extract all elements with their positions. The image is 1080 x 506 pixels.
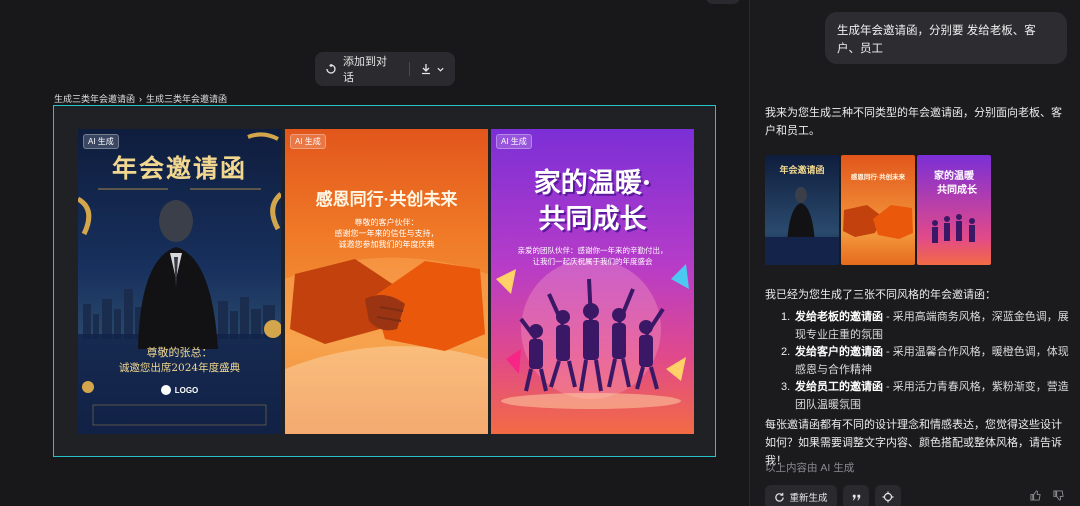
poster-staff[interactable]: AI 生成 家的温暖· 共同成长 亲爱的团队伙伴：感谢你一年来的辛勤付出， 让我… <box>491 129 694 434</box>
canvas-area: 添加到对话 生成三类年会邀请函 › 生成三类年会邀请函 AI 生成 年会邀请函 … <box>0 0 749 506</box>
poster-boss-greeting: 尊敬的张总： <box>146 346 213 359</box>
locate-button[interactable] <box>875 485 901 506</box>
poster-client-title: 感恩同行·共创未来 <box>315 190 458 209</box>
poster-staff-body-2: 让我们一起庆祝属于我们的年度盛会 <box>532 257 653 266</box>
list-item: 2. 发给客户的邀请函 - 采用温馨合作风格，暖橙色调，体现感恩与合作精神 <box>781 344 1069 379</box>
poster-boss[interactable]: AI 生成 年会邀请函 尊敬的张总： 诚邀您出席2024年度盛典 LOGO <box>78 129 281 434</box>
ai-generated-tag: AI 生成 <box>290 134 326 149</box>
selected-image-frame[interactable]: AI 生成 年会邀请函 尊敬的张总： 诚邀您出席2024年度盛典 LOGO AI… <box>53 105 716 457</box>
poster-client-body-2: 诚邀您参加我们的年度庆典 <box>338 240 435 249</box>
chevron-down-icon <box>436 65 445 74</box>
ai-generated-note: 以上内容由 AI 生成 <box>765 462 855 474</box>
thumbnail-client[interactable]: 感恩同行·共创未来 <box>841 155 915 265</box>
svg-text:共同成长: 共同成长 <box>937 183 978 196</box>
ai-generated-tag: AI 生成 <box>496 134 532 149</box>
top-handle[interactable] <box>706 0 740 4</box>
crosshair-icon <box>882 491 894 503</box>
download-icon <box>420 63 432 75</box>
poster-staff-title-1: 家的温暖· <box>533 168 652 199</box>
thumbnail-client-art: 感恩同行·共创未来 <box>843 172 913 239</box>
thumbs-down-icon[interactable] <box>1053 490 1064 501</box>
poster-client-greeting: 尊敬的客户伙伴： <box>354 218 419 227</box>
feedback-buttons <box>1030 490 1064 501</box>
poster-client-art <box>285 257 488 434</box>
thumbnail-staff-art: 家的温暖 共同成长 <box>932 169 978 243</box>
ai-generated-tag: AI 生成 <box>83 134 119 149</box>
quote-button[interactable] <box>843 485 869 506</box>
svg-text:家的温暖: 家的温暖 <box>934 169 975 182</box>
breadcrumb-current: 生成三类年会邀请函 <box>146 94 228 104</box>
poster-staff-body-1: 亲爱的团队伙伴：感谢你一年来的辛勤付出， <box>517 246 668 255</box>
list-item: 1. 发给老板的邀请函 - 采用高端商务风格，深蓝金色调，展现专业庄重的氛围 <box>781 309 1069 344</box>
toolbar-divider <box>409 62 410 76</box>
chat-panel: 生成年会邀请函，分别要 发给老板、客户、员工 我来为您生成三种不同类型的年会邀请… <box>750 0 1080 506</box>
svg-text:感恩同行·共创未来: 感恩同行·共创未来 <box>851 172 906 181</box>
poster-staff-title-2: 共同成长 <box>538 204 647 235</box>
message-actions: 重新生成 <box>765 485 901 506</box>
list-item-title: 发给老板的邀请函 <box>795 311 883 323</box>
poster-boss-title: 年会邀请函 <box>111 154 247 183</box>
thumbs-up-icon[interactable] <box>1030 490 1041 501</box>
poster-client-body-1: 感谢您一年来的信任与支持， <box>334 229 439 238</box>
breadcrumb-separator: › <box>139 93 143 104</box>
breadcrumb: 生成三类年会邀请函 › 生成三类年会邀请函 <box>54 92 227 105</box>
add-to-chat-button[interactable]: 添加到对话 <box>325 53 387 85</box>
list-item: 3. 发给员工的邀请函 - 采用活力青春风格，紫粉渐变，营造团队温暖氛围 <box>781 379 1069 414</box>
image-toolbar: 添加到对话 <box>315 52 455 86</box>
invitation-list: 1. 发给老板的邀请函 - 采用高端商务风格，深蓝金色调，展现专业庄重的氛围 2… <box>781 309 1069 414</box>
user-message-bubble: 生成年会邀请函，分别要 发给老板、客户、员工 <box>825 12 1067 64</box>
poster-boss-logo: LOGO <box>78 385 281 395</box>
list-item-title: 发给员工的邀请函 <box>795 381 883 393</box>
logo-icon <box>160 385 171 395</box>
svg-text:年会邀请函: 年会邀请函 <box>779 164 824 176</box>
regenerate-label: 重新生成 <box>789 493 828 504</box>
thumbnail-staff[interactable]: 家的温暖 共同成长 <box>917 155 991 265</box>
poster-boss-logo-text: LOGO <box>174 385 199 395</box>
regenerate-button[interactable]: 重新生成 <box>765 485 837 506</box>
thumbnail-boss[interactable]: 年会邀请函 <box>765 155 839 265</box>
add-chat-icon <box>325 63 337 75</box>
poster-boss-body: 诚邀您出席2024年度盛典 <box>118 362 241 374</box>
list-item-number: 2. <box>781 346 791 358</box>
poster-client[interactable]: AI 生成 感恩同行·共创未来 尊敬的客户伙伴： 感谢您一年来的信任与支持， 诚… <box>285 129 488 434</box>
image-thumbnails: 年会邀请函 感恩同行·共创未来 家的温暖 共同成长 <box>765 155 991 265</box>
thumbnail-boss-art: 年会邀请函 <box>765 164 839 265</box>
breadcrumb-parent[interactable]: 生成三类年会邀请函 <box>54 92 135 105</box>
list-item-title: 发给客户的邀请函 <box>795 346 883 358</box>
refresh-icon <box>774 492 785 503</box>
list-item-number: 1. <box>781 311 791 323</box>
assistant-summary: 我已经为您生成了三张不同风格的年会邀请函： <box>765 289 996 301</box>
add-to-chat-label: 添加到对话 <box>343 56 387 84</box>
quote-icon <box>851 492 862 503</box>
assistant-reply-intro: 我来为您生成三种不同类型的年会邀请函，分别面向老板、客户和员工。 <box>765 107 1062 137</box>
download-button[interactable] <box>420 63 445 75</box>
list-item-number: 3. <box>781 381 791 393</box>
